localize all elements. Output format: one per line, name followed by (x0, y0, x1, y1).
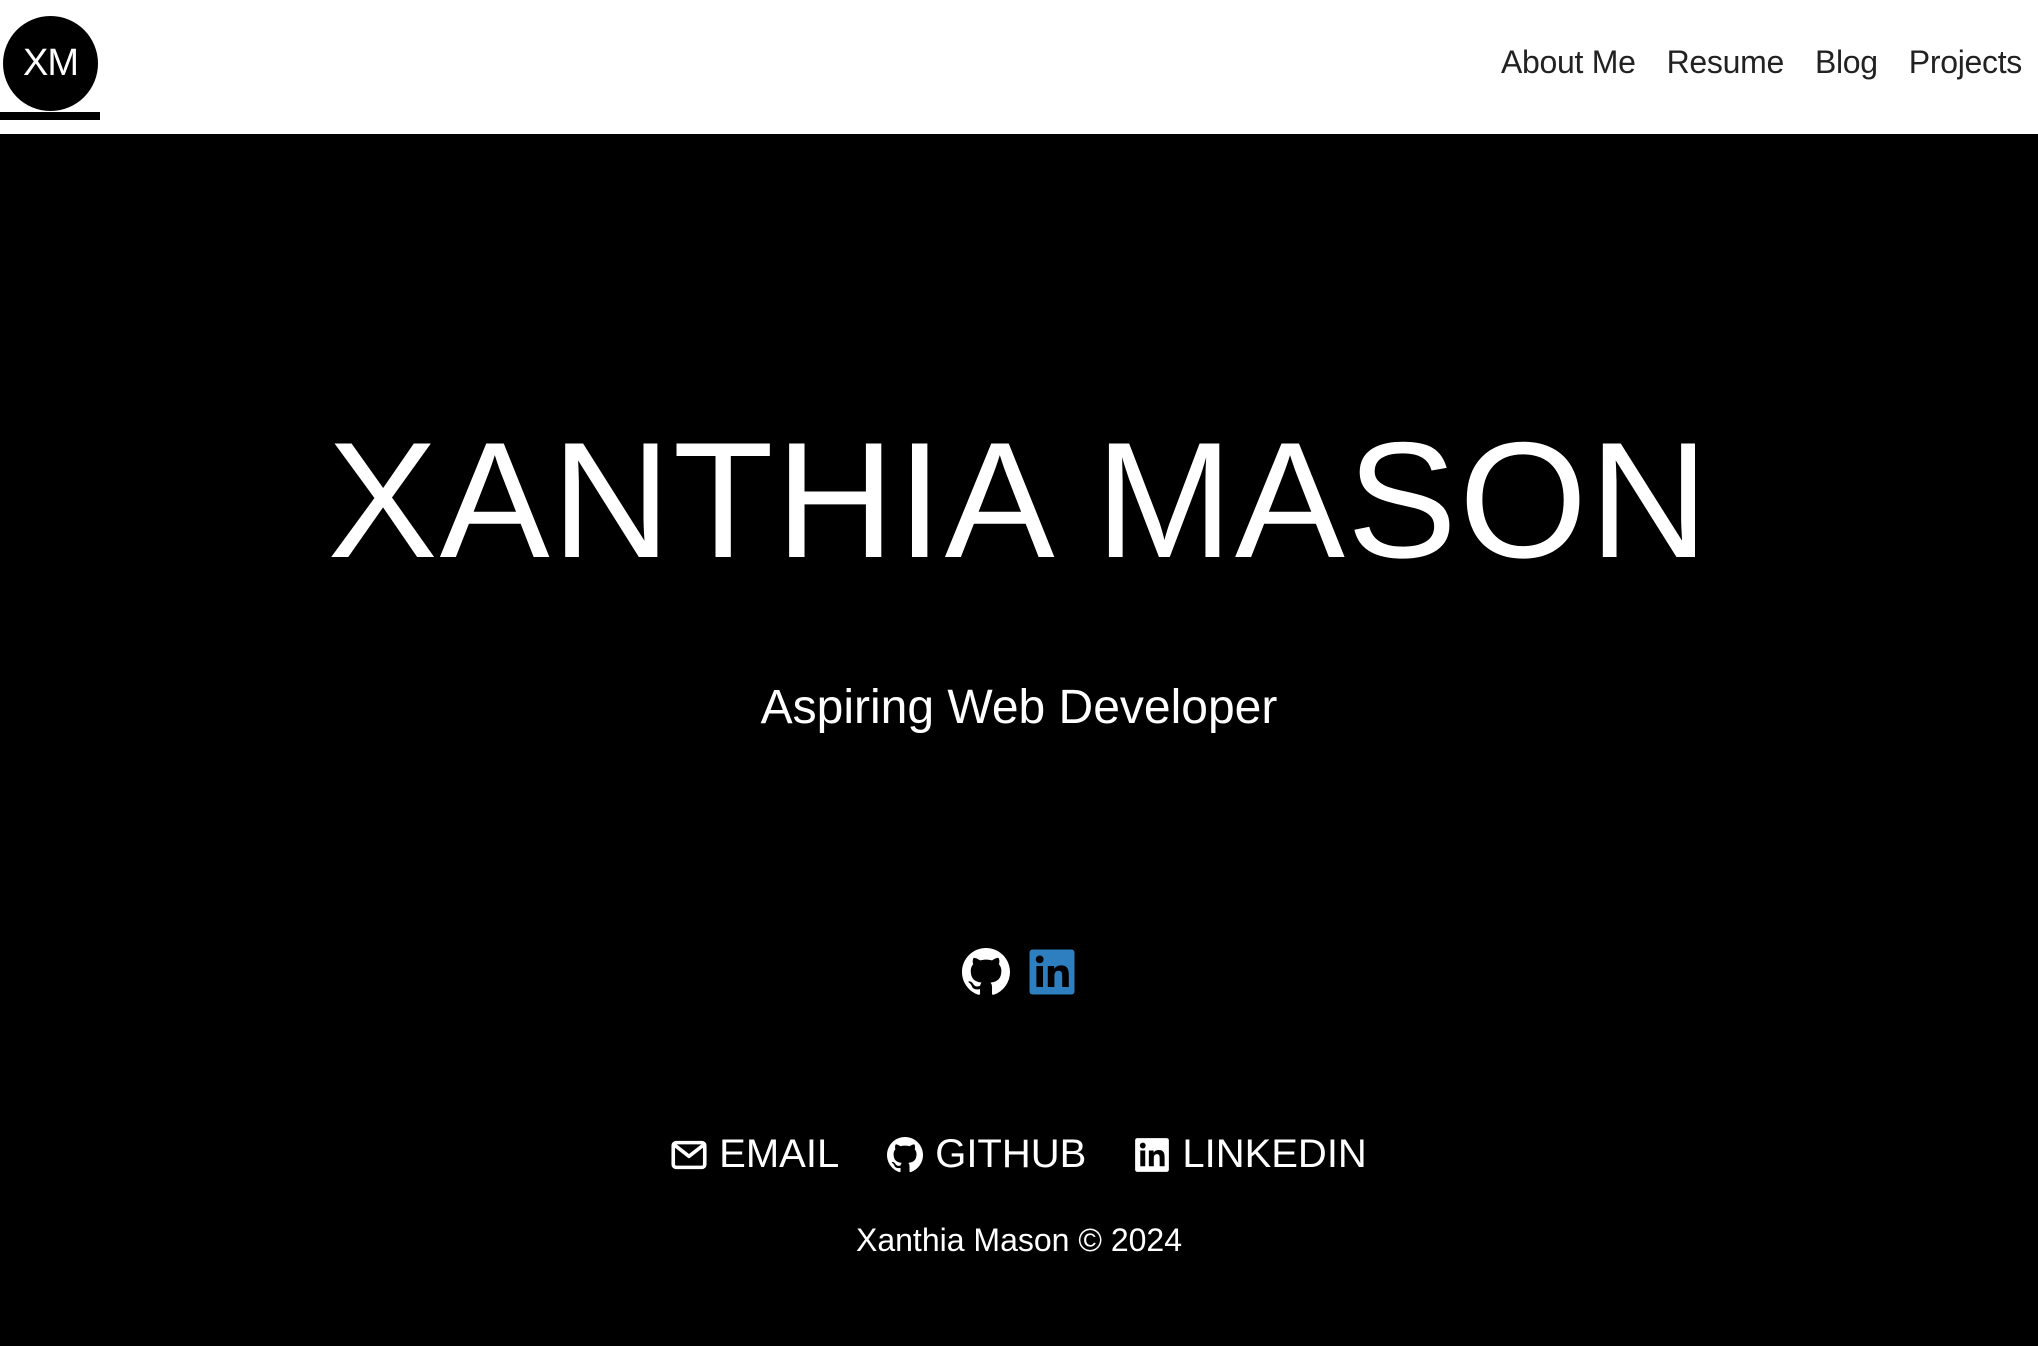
github-icon (887, 1136, 924, 1172)
github-link[interactable]: GITHUB (887, 1132, 1086, 1177)
envelope-icon (671, 1140, 707, 1169)
hero-social-icons (0, 948, 2038, 996)
copyright: Xanthia Mason © 2024 (855, 1222, 1182, 1258)
hero-name: XANTHIA MASON (327, 408, 1711, 592)
github-label: GITHUB (935, 1132, 1087, 1176)
linkedin-icon[interactable] (1028, 948, 1076, 996)
hero-tagline: Aspiring Web Developer (760, 681, 1278, 734)
hero-section: XANTHIA MASON Aspiring Web Developer EMA… (0, 134, 2038, 1346)
main-nav: About Me Resume Blog Projects (1501, 44, 2022, 81)
linkedin-label: LINKEDIN (1182, 1132, 1367, 1176)
nav-projects[interactable]: Projects (1909, 44, 2023, 81)
linkedin-icon (1135, 1137, 1170, 1172)
logo-active-underline (0, 112, 100, 120)
github-icon[interactable] (962, 948, 1010, 996)
nav-blog[interactable]: Blog (1815, 44, 1878, 81)
footer-links: EMAIL GITHUB LINKEDIN (0, 1132, 2038, 1177)
logo[interactable]: XM (3, 16, 98, 111)
nav-resume[interactable]: Resume (1667, 44, 1785, 81)
email-label: EMAIL (719, 1132, 840, 1176)
site-header: XM About Me Resume Blog Projects (0, 0, 2038, 134)
linkedin-link[interactable]: LINKEDIN (1134, 1132, 1367, 1177)
nav-about-me[interactable]: About Me (1501, 44, 1636, 81)
logo-link[interactable]: XM (0, 0, 100, 122)
logo-text: XM (23, 42, 79, 84)
email-link[interactable]: EMAIL (671, 1132, 839, 1177)
